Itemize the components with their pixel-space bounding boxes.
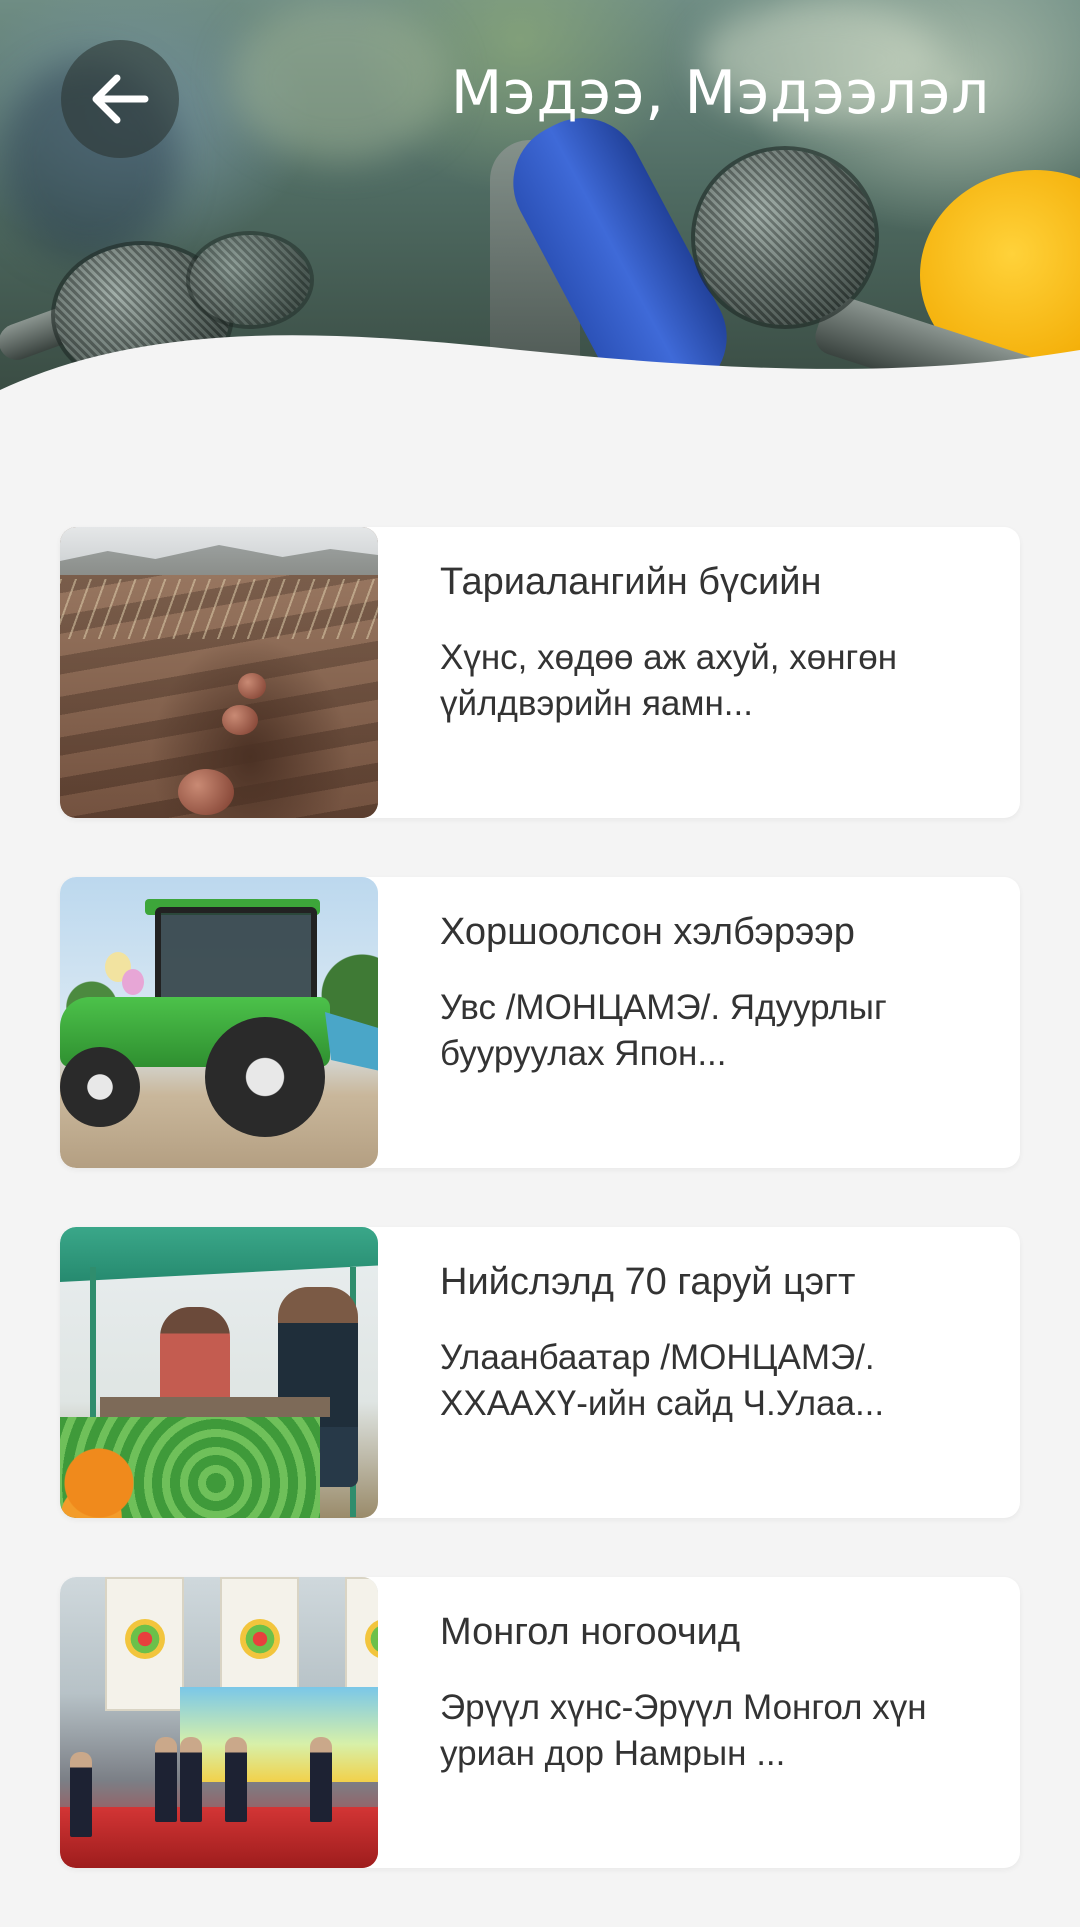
news-card[interactable]: Тариалангийн бүсийн Хүнс, хөдөө аж ахуй,… [60, 527, 1020, 818]
back-button[interactable] [61, 40, 179, 158]
news-thumbnail [60, 527, 378, 818]
news-title: Нийслэлд 70 гаруй цэгт [440, 1261, 856, 1303]
news-text: Хоршоолсон хэлбэрээр Увс /МОНЦАМЭ/. Ядуу… [440, 877, 980, 1077]
news-card[interactable]: Монгол ногоочид Эрүүл хүнс-Эрүүл Монгол … [60, 1577, 1020, 1868]
news-summary: Эрүүл хүнс-Эрүүл Монгол хүн уриан дор На… [440, 1688, 927, 1773]
news-thumbnail [60, 1577, 378, 1868]
news-title: Тариалангийн бүсийн [440, 561, 822, 603]
news-summary: Улаанбаатар /МОНЦАМЭ/. ХХААХҮ-ийн сайд Ч… [440, 1338, 885, 1423]
news-text: Тариалангийн бүсийн Хүнс, хөдөө аж ахуй,… [440, 527, 980, 727]
news-card[interactable]: Нийслэлд 70 гаруй цэгт Улаанбаатар /МОНЦ… [60, 1227, 1020, 1518]
news-title: Хоршоолсон хэлбэрээр [440, 911, 855, 953]
news-card[interactable]: Хоршоолсон хэлбэрээр Увс /МОНЦАМЭ/. Ядуу… [60, 877, 1020, 1168]
news-summary: Хүнс, хөдөө аж ахуй, хөнгөн үйлдвэрийн я… [440, 638, 898, 723]
news-text: Монгол ногоочид Эрүүл хүнс-Эрүүл Монгол … [440, 1577, 980, 1777]
news-thumbnail [60, 877, 378, 1168]
news-text: Нийслэлд 70 гаруй цэгт Улаанбаатар /МОНЦ… [440, 1227, 980, 1427]
news-thumbnail [60, 1227, 378, 1518]
arrow-left-icon [92, 74, 149, 124]
page-title: Мэдээ, Мэдээлэл [450, 58, 990, 128]
news-title: Монгол ногоочид [440, 1611, 741, 1653]
news-list: Тариалангийн бүсийн Хүнс, хөдөө аж ахуй,… [60, 527, 1020, 1927]
header: Мэдээ, Мэдээлэл [0, 0, 1080, 420]
news-summary: Увс /МОНЦАМЭ/. Ядуурлыг бууруулах Япон..… [440, 988, 887, 1073]
